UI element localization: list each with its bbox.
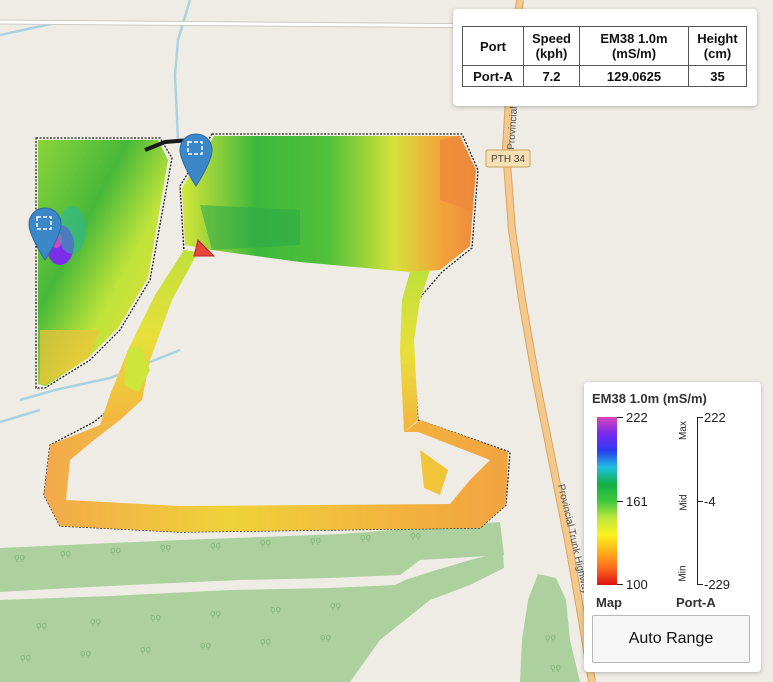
map-tick-min [617,584,623,585]
svg-text:ǫǫ: ǫǫ [260,637,272,647]
svg-text:ǫǫ: ǫǫ [210,541,222,551]
cell-port: Port-A [462,65,524,87]
header-speed: Speed (kph) [523,26,580,66]
table-row: Port-A 7.2 129.0625 35 [462,65,747,87]
scale-word-max: Max [677,421,689,440]
svg-text:ǫǫ: ǫǫ [36,621,48,631]
header-port: Port [462,26,524,66]
svg-text:ǫǫ: ǫǫ [550,663,562,673]
live-data-panel: Port Speed (kph) EM38 1.0m (mS/m) Height… [453,9,757,106]
port-scale-min: -229 [704,577,731,592]
legend-panel: EM38 1.0m (mS/m) 222 161 100 222 -4 -229… [584,382,761,672]
map-scale-min: 100 [626,577,648,592]
map-tick-max [617,417,623,418]
svg-text:ǫǫ: ǫǫ [260,538,272,548]
port-scale-mid: -4 [704,494,716,509]
map-tick-mid [617,501,623,502]
map-color-scale [597,417,617,585]
svg-text:ǫǫ: ǫǫ [14,553,26,563]
svg-text:ǫǫ: ǫǫ [270,605,282,615]
svg-text:ǫǫ: ǫǫ [90,617,102,627]
svg-text:ǫǫ: ǫǫ [330,601,342,611]
scale-word-mid: Mid [678,494,690,511]
svg-text:ǫǫ: ǫǫ [200,641,212,651]
svg-text:ǫǫ: ǫǫ [320,633,332,643]
port-scale-max: 222 [704,410,726,425]
header-height: Height (cm) [688,26,747,66]
cell-height: 35 [688,65,747,87]
legend-title: EM38 1.0m (mS/m) [592,391,707,406]
live-data-table: Port Speed (kph) EM38 1.0m (mS/m) Height… [462,26,747,87]
map-label: Map [596,595,622,610]
svg-text:ǫǫ: ǫǫ [110,546,122,556]
cell-speed: 7.2 [523,65,580,87]
highway-badge: PTH 34 [485,149,531,168]
port-label: Port-A [676,595,716,610]
header-em38: EM38 1.0m (mS/m) [579,26,689,66]
svg-text:ǫǫ: ǫǫ [210,609,222,619]
svg-text:ǫǫ: ǫǫ [80,649,92,659]
port-tick-min [697,584,703,585]
svg-text:ǫǫ: ǫǫ [20,653,32,663]
svg-text:ǫǫ: ǫǫ [545,633,557,643]
map-scale-max: 222 [626,410,648,425]
svg-text:ǫǫ: ǫǫ [310,536,322,546]
forest-area: ǫǫ ǫǫ ǫǫ ǫǫ ǫǫ ǫǫ ǫǫ ǫǫ ǫǫ ǫǫ ǫǫ ǫǫ ǫǫ ǫǫ ǫǫ ǫǫ ǫǫ ǫ… [0,522,580,682]
svg-text:ǫǫ: ǫǫ [60,549,72,559]
port-tick-mid [697,501,703,502]
scale-word-min: Min [677,565,689,582]
map-scale-mid: 161 [626,494,648,509]
svg-text:ǫǫ: ǫǫ [160,543,172,553]
port-tick-max [697,417,703,418]
svg-text:ǫǫ: ǫǫ [410,531,422,541]
highway-badge-label: PTH 34 [491,154,525,165]
auto-range-button[interactable]: Auto Range [592,615,750,663]
svg-text:ǫǫ: ǫǫ [150,613,162,623]
svg-text:ǫǫ: ǫǫ [140,645,152,655]
cell-em38: 129.0625 [579,65,689,87]
northern-road [0,19,501,29]
svg-text:ǫǫ: ǫǫ [360,533,372,543]
